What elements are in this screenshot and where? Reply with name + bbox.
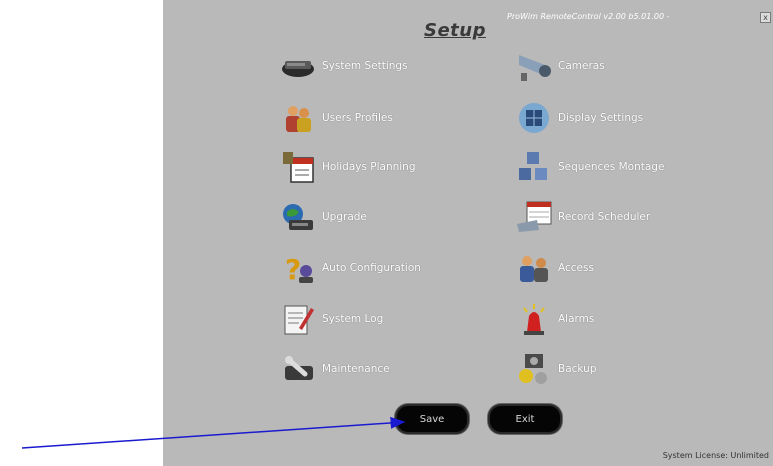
setup-panel — [163, 0, 773, 466]
save-button[interactable]: Save — [395, 404, 469, 434]
exit-button[interactable]: Exit — [488, 404, 562, 434]
scheduler-icon — [514, 199, 554, 235]
display-icon — [514, 100, 554, 136]
menu-item-access[interactable]: Access — [514, 250, 594, 286]
menu-label: Alarms — [558, 313, 595, 325]
menu-item-upgrade[interactable]: Upgrade — [278, 199, 367, 235]
menu-label: System Log — [322, 313, 384, 325]
menu-item-system-settings[interactable]: System Settings — [278, 48, 408, 84]
menu-item-auto-configuration[interactable]: ? Auto Configuration — [278, 250, 421, 286]
menu-label: Backup — [558, 363, 597, 375]
menu-label: Record Scheduler — [558, 211, 651, 223]
menu-item-holidays-planning[interactable]: Holidays Planning — [278, 149, 416, 185]
menu-label: Access — [558, 262, 594, 274]
menu-item-display-settings[interactable]: Display Settings — [514, 100, 643, 136]
help-icon: ? — [278, 250, 318, 286]
version-text: ProWim RemoteControl v2.00 b5.01.00 - — [507, 12, 670, 21]
alarm-icon — [514, 301, 554, 337]
close-icon: x — [763, 13, 768, 22]
log-icon — [278, 301, 318, 337]
users-icon — [278, 100, 318, 136]
menu-item-system-log[interactable]: System Log — [278, 301, 383, 337]
menu-label: Sequences Montage — [558, 161, 665, 173]
menu-label: System Settings — [322, 60, 408, 72]
blocks-icon — [514, 149, 554, 185]
menu-label: Maintenance — [322, 363, 390, 375]
svg-text:?: ? — [285, 253, 301, 285]
menu-label: Auto Configuration — [322, 262, 421, 274]
menu-item-backup[interactable]: Backup — [514, 351, 597, 387]
close-button[interactable]: x — [760, 12, 771, 23]
computer-icon — [278, 48, 318, 84]
tools-icon — [278, 351, 318, 387]
menu-label: Upgrade — [322, 211, 367, 223]
exit-button-label: Exit — [515, 413, 535, 425]
menu-item-sequences-montage[interactable]: Sequences Montage — [514, 149, 664, 185]
menu-item-maintenance[interactable]: Maintenance — [278, 351, 390, 387]
backup-icon — [514, 351, 554, 387]
calendar-icon — [278, 149, 318, 185]
menu-label: Users Profiles — [322, 112, 393, 124]
page-title: Setup — [424, 20, 486, 41]
menu-item-users-profiles[interactable]: Users Profiles — [278, 100, 393, 136]
save-button-label: Save — [419, 413, 445, 425]
access-icon — [514, 250, 554, 286]
upgrade-icon — [278, 199, 318, 235]
menu-label: Cameras — [558, 60, 605, 72]
camera-icon — [514, 48, 554, 84]
menu-item-alarms[interactable]: Alarms — [514, 301, 594, 337]
menu-label: Holidays Planning — [322, 161, 416, 173]
menu-label: Display Settings — [558, 112, 644, 124]
license-status: System License: Unlimited — [662, 451, 769, 460]
menu-item-record-scheduler[interactable]: Record Scheduler — [514, 199, 650, 235]
menu-item-cameras[interactable]: Cameras — [514, 48, 605, 84]
